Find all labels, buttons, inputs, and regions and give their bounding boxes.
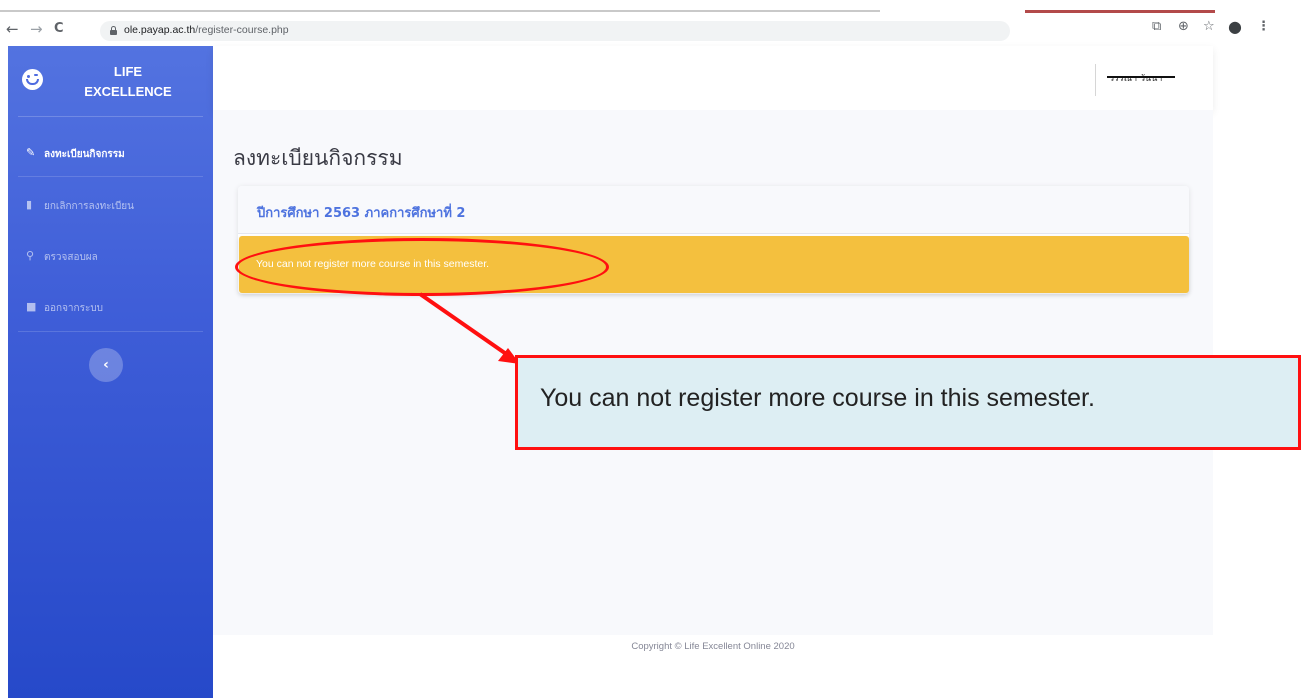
user-name[interactable]: วรรณา วันนา [1109, 71, 1162, 85]
brand-divider [18, 116, 203, 117]
forward-button[interactable]: → [30, 20, 43, 38]
sidebar-item-label: ลงทะเบียนกิจกรรม [44, 149, 125, 160]
card-title: ปีการศึกษา 2563 ภาคการศึกษาที่ 2 [257, 206, 466, 221]
tab-strip-line [0, 10, 880, 12]
page-title: ลงทะเบียนกิจกรรม [233, 146, 403, 170]
url-text: ole.payap.ac.th/register-course.php [124, 24, 289, 36]
address-bar[interactable]: ole.payap.ac.th/register-course.php [100, 21, 1010, 41]
pencil-icon: ✎ [26, 146, 36, 159]
annotation-callout-text: You can not register more course in this… [540, 384, 1095, 412]
url-path: /register-course.php [195, 24, 289, 36]
sidebar-item-check-results[interactable]: ⚲ ตรวจสอบผล [8, 245, 213, 269]
annotation-callout: You can not register more course in this… [515, 355, 1301, 450]
tab-strip-accent [1025, 10, 1215, 13]
sidebar-item-label: ยกเลิกการลงทะเบียน [44, 201, 134, 212]
card-header: ปีการศึกษา 2563 ภาคการศึกษาที่ 2 [238, 186, 1189, 234]
translate-icon[interactable]: ⧉ [1152, 19, 1161, 34]
profile-icon[interactable]: ● [1228, 17, 1242, 36]
reload-button[interactable]: C [54, 20, 64, 38]
redaction-line [1107, 76, 1175, 78]
annotation-ellipse [235, 238, 609, 296]
lock-icon: ■ [26, 300, 37, 313]
topbar: วรรณา วันนา [213, 46, 1213, 110]
brand-line-2: EXCELLENCE [84, 84, 172, 99]
footer: Copyright © Life Excellent Online 2020 [213, 635, 1213, 698]
sidebar-item-register[interactable]: ✎ ลงทะเบียนกิจกรรม [8, 142, 213, 166]
brand-line-1: LIFE [113, 64, 143, 79]
browser-toolbar: ← → C ole.payap.ac.th/register-course.ph… [0, 0, 1301, 46]
sidebar-item-logout[interactable]: ■ ออกจากระบบ [8, 296, 213, 320]
trash-icon: ▮ [26, 198, 33, 211]
nav-divider [18, 176, 203, 177]
sidebar-item-label: ตรวจสอบผล [44, 252, 98, 263]
topbar-divider [1095, 64, 1096, 96]
menu-icon[interactable]: ⋮ [1257, 19, 1270, 34]
url-host: ole.payap.ac.th [124, 24, 196, 36]
copyright-text: Copyright © Life Excellent Online 2020 [631, 641, 795, 652]
star-icon[interactable]: ☆ [1203, 19, 1215, 34]
brand[interactable]: LIFE EXCELLENCE [8, 46, 213, 116]
back-button[interactable]: ← [6, 20, 19, 38]
brand-text: LIFE EXCELLENCE [53, 62, 203, 102]
sidebar-collapse-button[interactable]: ‹ [89, 348, 123, 382]
sidebar-item-cancel-registration[interactable]: ▮ ยกเลิกการลงทะเบียน [8, 194, 213, 218]
zoom-icon[interactable]: ⊕ [1178, 19, 1189, 34]
smiley-logo-icon [22, 69, 43, 90]
sidebar: LIFE EXCELLENCE ✎ ลงทะเบียนกิจกรรม ▮ ยกเ… [8, 46, 213, 698]
search-icon: ⚲ [26, 249, 35, 262]
lock-icon [110, 26, 117, 35]
sidebar-item-label: ออกจากระบบ [44, 303, 104, 314]
nav-divider [18, 331, 203, 332]
